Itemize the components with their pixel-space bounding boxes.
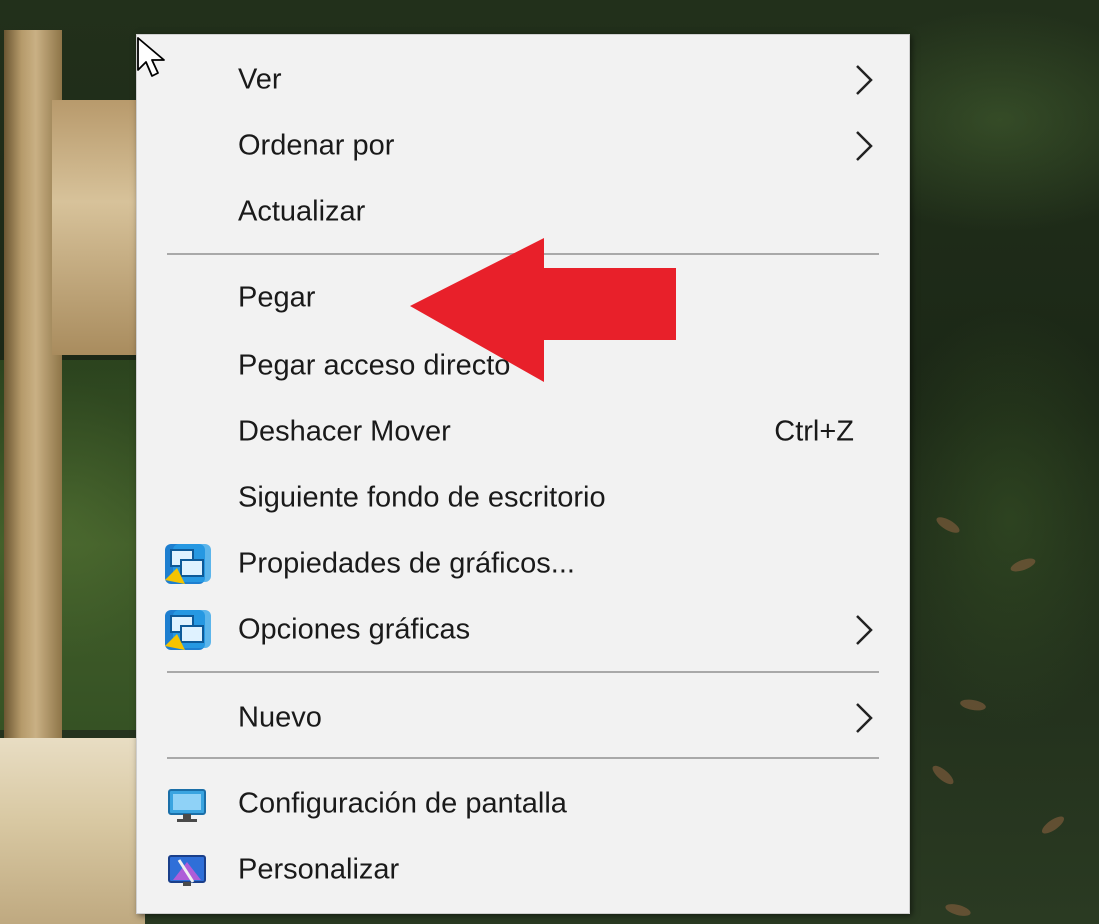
menu-item-ordenar-por[interactable]: Ordenar por [137, 117, 909, 175]
menu-item-propiedades-graficos[interactable]: Propiedades de gráficos... [137, 535, 909, 593]
leaf [959, 697, 987, 713]
desktop-context-menu: Ver Ordenar por Actualizar Pegar Pegar a… [136, 34, 910, 914]
leaf [1039, 813, 1067, 837]
menu-item-personalizar[interactable]: Personalizar [137, 841, 909, 899]
mouse-cursor-icon [137, 37, 165, 77]
menu-item-label: Ordenar por [238, 129, 395, 162]
menu-separator [167, 671, 879, 673]
menu-item-label: Pegar [238, 281, 316, 314]
intel-graphics-icon [165, 544, 211, 584]
fence-rail [52, 100, 142, 355]
chevron-right-icon [856, 131, 873, 161]
menu-item-label: Nuevo [238, 701, 322, 734]
display-settings-icon [168, 789, 206, 822]
menu-item-siguiente-fondo[interactable]: Siguiente fondo de escritorio [137, 469, 909, 527]
leaf [929, 762, 957, 788]
chevron-right-icon [856, 615, 873, 645]
menu-item-opciones-graficas[interactable]: Opciones gráficas [137, 601, 909, 659]
leaf [934, 514, 962, 536]
menu-item-actualizar[interactable]: Actualizar [137, 183, 909, 241]
leaf [1009, 555, 1037, 575]
menu-item-label: Personalizar [238, 853, 400, 886]
menu-item-label: Opciones gráficas [238, 613, 471, 646]
fence-rail [0, 738, 145, 924]
shortcut-label: Ctrl+Z [774, 415, 854, 448]
menu-item-label: Actualizar [238, 195, 366, 228]
menu-item-deshacer-mover[interactable]: Deshacer Mover Ctrl+Z [137, 403, 909, 461]
red-arrow-icon [410, 238, 676, 382]
leaf [944, 901, 972, 919]
menu-separator [167, 757, 879, 759]
menu-item-label: Deshacer Mover [238, 415, 451, 448]
personalize-icon [168, 855, 206, 886]
menu-item-configuracion-pantalla[interactable]: Configuración de pantalla [137, 775, 909, 833]
menu-item-label: Configuración de pantalla [238, 787, 567, 820]
chevron-right-icon [856, 65, 873, 95]
menu-item-label: Ver [238, 63, 282, 96]
chevron-right-icon [856, 703, 873, 733]
menu-item-label: Siguiente fondo de escritorio [238, 481, 606, 514]
intel-graphics-icon [165, 610, 211, 650]
menu-item-label: Propiedades de gráficos... [238, 547, 575, 580]
menu-item-ver[interactable]: Ver [137, 51, 909, 109]
menu-item-nuevo[interactable]: Nuevo [137, 689, 909, 747]
